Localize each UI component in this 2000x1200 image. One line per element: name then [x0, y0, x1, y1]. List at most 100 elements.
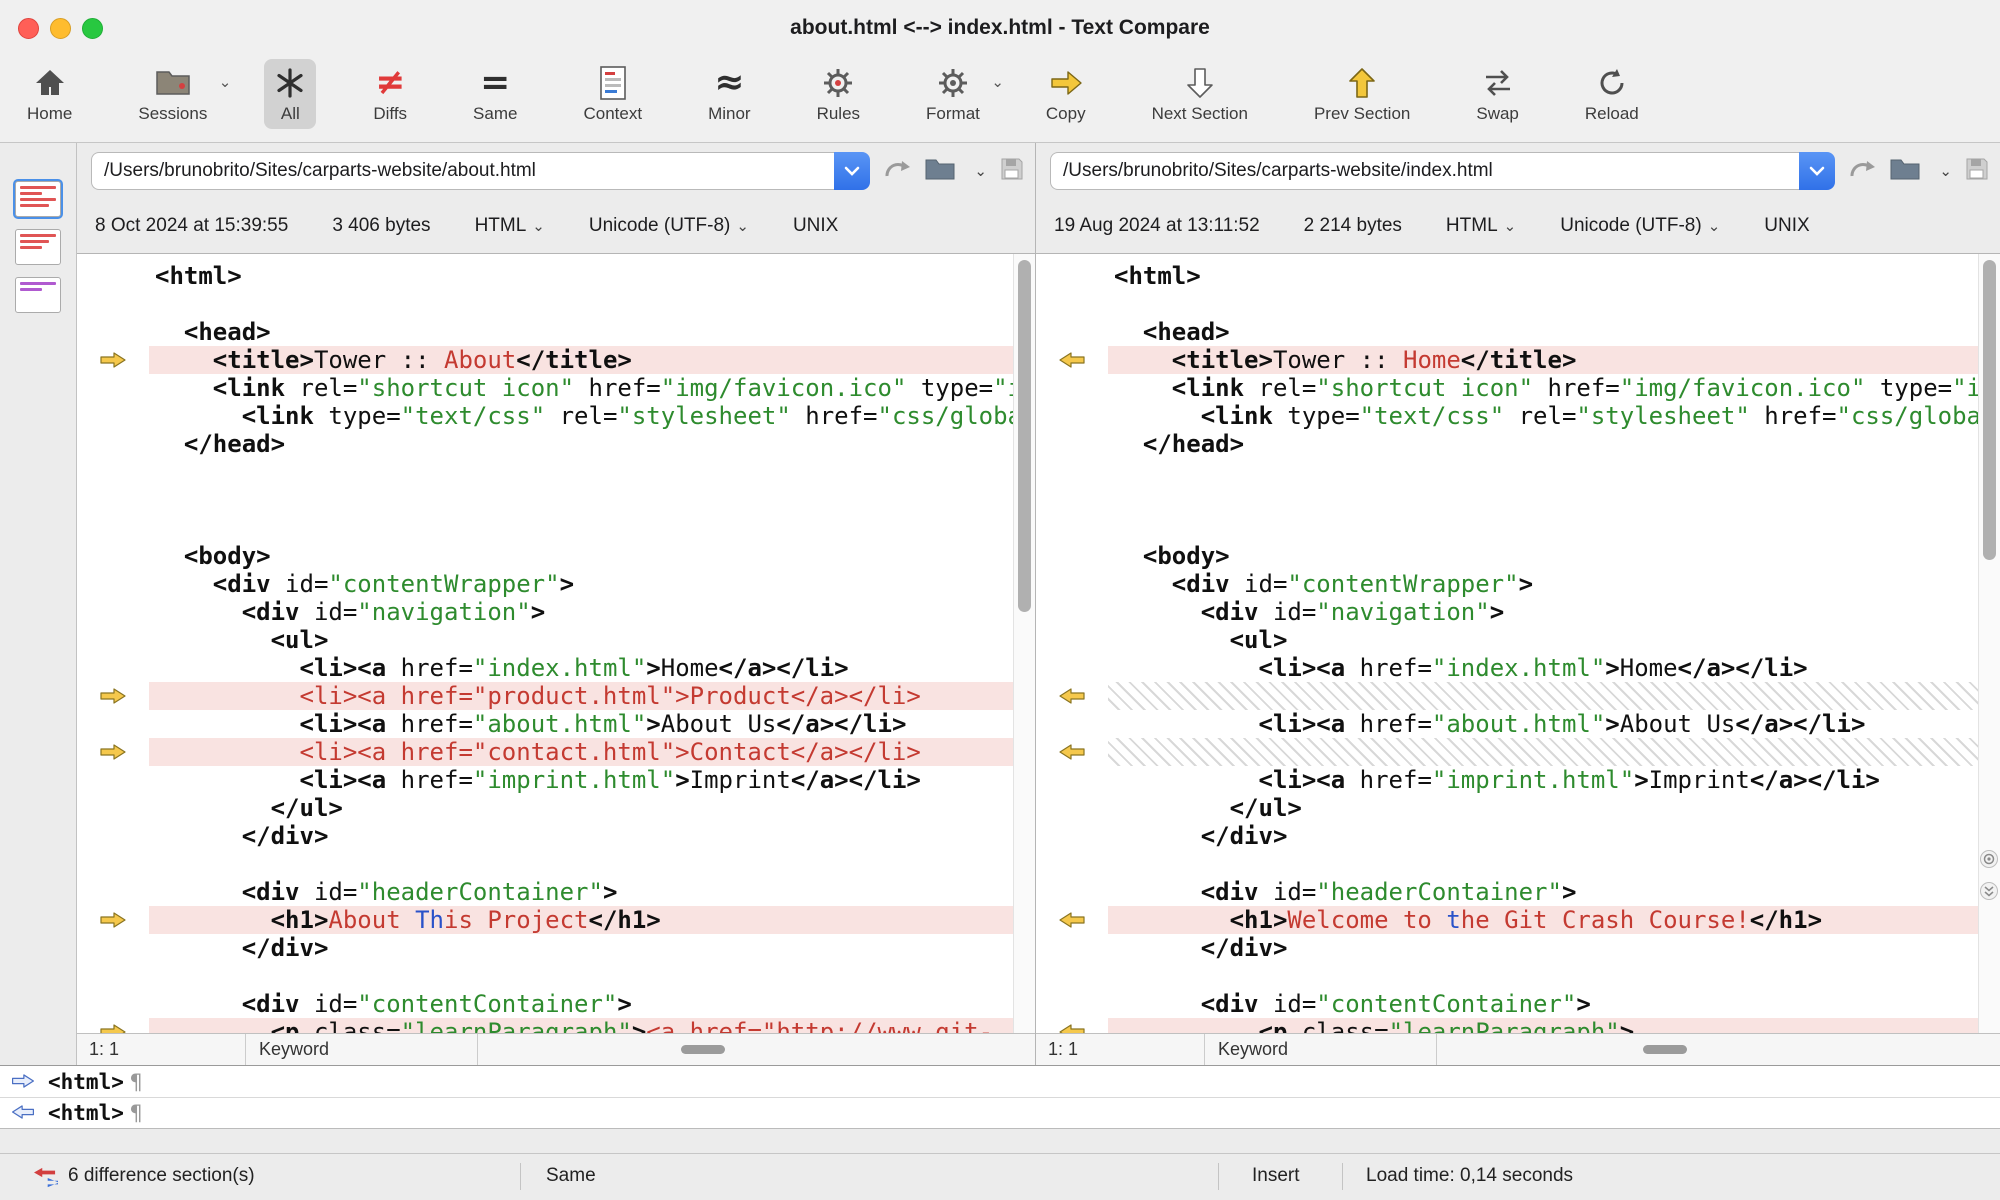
- horizontal-scrollbar-thumb[interactable]: [1643, 1045, 1687, 1054]
- code-line[interactable]: <li><a href="index.html">Home</a></li>: [1036, 654, 1978, 682]
- toolbar-prev-section[interactable]: Prev Section: [1305, 59, 1419, 129]
- code-line[interactable]: <link type="text/css" rel="stylesheet" h…: [1036, 402, 1978, 430]
- code-line[interactable]: <title>Tower :: Home</title>: [1036, 346, 1978, 374]
- code-line[interactable]: </div>: [77, 822, 1013, 850]
- code-line[interactable]: </head>: [1036, 430, 1978, 458]
- code-line[interactable]: [77, 850, 1013, 878]
- merge-right-arrow-icon[interactable]: [77, 738, 149, 766]
- scrollbar-thumb[interactable]: [1018, 260, 1031, 612]
- right-file-path-input[interactable]: /Users/brunobrito/Sites/carparts-website…: [1050, 152, 1799, 190]
- toolbar-same[interactable]: = Same: [464, 59, 526, 129]
- syntax-select[interactable]: HTML⌄: [475, 215, 545, 237]
- code-line[interactable]: <li><a href="about.html">About Us</a></l…: [77, 710, 1013, 738]
- open-folder-icon[interactable]: [1889, 156, 1921, 187]
- encoding-select[interactable]: Unicode (UTF-8)⌄: [1560, 215, 1720, 237]
- horizontal-scrollbar-thumb[interactable]: [681, 1045, 725, 1054]
- chevron-down-icon[interactable]: ⌄: [1939, 162, 1952, 180]
- code-line[interactable]: </div>: [77, 934, 1013, 962]
- diff-detail-row[interactable]: <html> ¶: [0, 1097, 2000, 1128]
- code-line[interactable]: </head>: [77, 430, 1013, 458]
- zoom-window-button[interactable]: [82, 18, 103, 39]
- merge-right-arrow-icon[interactable]: [77, 682, 149, 710]
- jump-to-bottom-button[interactable]: [1980, 882, 1998, 900]
- code-line[interactable]: [77, 486, 1013, 514]
- code-line[interactable]: <li><a href="index.html">Home</a></li>: [77, 654, 1013, 682]
- scrollbar-thumb[interactable]: [1983, 260, 1996, 560]
- right-vertical-scrollbar[interactable]: [1978, 254, 2000, 1033]
- session-thumbnail[interactable]: [15, 229, 61, 265]
- code-line[interactable]: <div id="headerContainer">: [77, 878, 1013, 906]
- code-line[interactable]: <div id="headerContainer">: [1036, 878, 1978, 906]
- toolbar-context[interactable]: Context: [574, 59, 651, 129]
- merge-right-arrow-icon[interactable]: [77, 1018, 149, 1033]
- code-line[interactable]: <div id="contentContainer">: [1036, 990, 1978, 1018]
- redo-arrow-icon[interactable]: [882, 156, 912, 187]
- code-line[interactable]: <title>Tower :: About</title>: [77, 346, 1013, 374]
- redo-arrow-icon[interactable]: [1847, 156, 1877, 187]
- merge-left-arrow-icon[interactable]: [1036, 906, 1108, 934]
- code-line[interactable]: <ul>: [77, 626, 1013, 654]
- code-line[interactable]: <div id="navigation">: [77, 598, 1013, 626]
- session-thumbnail[interactable]: [15, 277, 61, 313]
- code-line[interactable]: [77, 290, 1013, 318]
- code-line[interactable]: [1036, 458, 1978, 486]
- merge-left-arrow-icon[interactable]: [1036, 738, 1108, 766]
- open-folder-icon[interactable]: [924, 156, 956, 187]
- chevron-down-icon[interactable]: ⌄: [991, 73, 1004, 91]
- minimize-window-button[interactable]: [50, 18, 71, 39]
- syntax-select[interactable]: HTML⌄: [1446, 215, 1516, 237]
- toolbar-rules[interactable]: Rules: [808, 59, 869, 129]
- right-path-dropdown-button[interactable]: [1799, 152, 1835, 190]
- code-line[interactable]: <li><a href="product.html">Product</a></…: [77, 682, 1013, 710]
- merge-right-arrow-icon[interactable]: [77, 906, 149, 934]
- session-thumbnail[interactable]: [15, 181, 61, 217]
- code-line[interactable]: [1036, 290, 1978, 318]
- code-line[interactable]: </ul>: [1036, 794, 1978, 822]
- code-line[interactable]: <link type="text/css" rel="stylesheet" h…: [77, 402, 1013, 430]
- toolbar-sessions[interactable]: Sessions ⌄: [129, 59, 216, 129]
- toolbar-home[interactable]: Home: [18, 59, 81, 129]
- code-line[interactable]: <link rel="shortcut icon" href="img/favi…: [77, 374, 1013, 402]
- code-line[interactable]: <div id="contentContainer">: [77, 990, 1013, 1018]
- code-line[interactable]: <div id="contentWrapper">: [77, 570, 1013, 598]
- code-line[interactable]: <body>: [77, 542, 1013, 570]
- close-window-button[interactable]: [18, 18, 39, 39]
- code-line[interactable]: </div>: [1036, 822, 1978, 850]
- merge-left-arrow-icon[interactable]: [1036, 1018, 1108, 1033]
- code-line[interactable]: [1036, 514, 1978, 542]
- code-line[interactable]: [77, 962, 1013, 990]
- toolbar-minor[interactable]: ≈ Minor: [699, 59, 760, 129]
- scroll-scope-button[interactable]: [1980, 850, 1998, 868]
- code-line[interactable]: <p class="learnParagraph"><a href="http:…: [77, 1018, 1013, 1033]
- code-line[interactable]: </ul>: [77, 794, 1013, 822]
- code-line[interactable]: <head>: [77, 318, 1013, 346]
- code-line[interactable]: <link rel="shortcut icon" href="img/favi…: [1036, 374, 1978, 402]
- code-line[interactable]: <h1>About This Project</h1>: [77, 906, 1013, 934]
- code-line[interactable]: <div id="contentWrapper">: [1036, 570, 1978, 598]
- toolbar-diffs[interactable]: ≠ Diffs: [364, 59, 416, 129]
- code-line[interactable]: <h1>Welcome to the Git Crash Course!</h1…: [1036, 906, 1978, 934]
- code-line[interactable]: [1036, 850, 1978, 878]
- left-path-dropdown-button[interactable]: [834, 152, 870, 190]
- chevron-down-icon[interactable]: ⌄: [974, 162, 987, 180]
- code-line[interactable]: <body>: [1036, 542, 1978, 570]
- toolbar-all[interactable]: All: [264, 59, 316, 129]
- code-line[interactable]: [1036, 486, 1978, 514]
- save-icon[interactable]: [1964, 156, 1990, 187]
- code-line[interactable]: <html>: [1036, 262, 1978, 290]
- toolbar-swap[interactable]: Swap: [1467, 59, 1528, 129]
- code-line[interactable]: <html>: [77, 262, 1013, 290]
- toolbar-reload[interactable]: Reload: [1576, 59, 1648, 129]
- left-vertical-scrollbar[interactable]: [1013, 254, 1035, 1033]
- save-icon[interactable]: [999, 156, 1025, 187]
- toolbar-next-section[interactable]: Next Section: [1143, 59, 1257, 129]
- code-line[interactable]: [77, 514, 1013, 542]
- toolbar-copy[interactable]: Copy: [1037, 59, 1095, 129]
- merge-left-arrow-icon[interactable]: [1036, 346, 1108, 374]
- code-line[interactable]: <li><a href="about.html">About Us</a></l…: [1036, 710, 1978, 738]
- right-code-editor[interactable]: <html> <head> <title>Tower :: Home</titl…: [1036, 253, 2000, 1033]
- code-line[interactable]: <ul>: [1036, 626, 1978, 654]
- code-line[interactable]: <head>: [1036, 318, 1978, 346]
- left-file-path-input[interactable]: /Users/brunobrito/Sites/carparts-website…: [91, 152, 834, 190]
- code-line[interactable]: </div>: [1036, 934, 1978, 962]
